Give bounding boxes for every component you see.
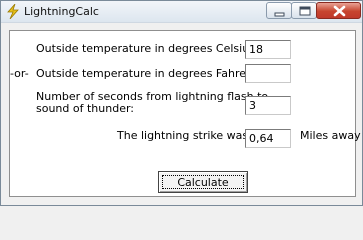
lightning-icon xyxy=(6,3,20,20)
calculate-button-label: Calculate xyxy=(162,175,244,189)
minimize-icon xyxy=(274,12,285,17)
fahrenheit-label: Outside temperature in degrees Fahreheit… xyxy=(36,67,271,80)
calculate-button[interactable]: Calculate xyxy=(158,171,248,193)
fahrenheit-input[interactable] xyxy=(245,64,291,83)
celsius-input[interactable] xyxy=(245,40,291,59)
close-button[interactable] xyxy=(316,2,361,19)
app-window: LightningCalc Outside temperature in deg… xyxy=(0,0,363,206)
maximize-icon xyxy=(299,6,311,16)
close-icon xyxy=(333,5,346,17)
celsius-label: Outside temperature in degrees Celsius: xyxy=(36,42,259,55)
minimize-button[interactable] xyxy=(266,2,292,19)
window-title: LightningCalc xyxy=(24,5,99,18)
seconds-input[interactable] xyxy=(245,96,291,115)
result-output[interactable] xyxy=(245,129,291,148)
seconds-label-line2: sound of thunder: xyxy=(36,102,134,115)
result-label: The lightning strike was: xyxy=(117,129,252,142)
result-unit: Miles away xyxy=(300,129,361,142)
calculator-panel: Outside temperature in degrees Celsius: … xyxy=(9,30,361,197)
title-bar[interactable]: LightningCalc xyxy=(1,1,362,23)
maximize-button[interactable] xyxy=(291,2,317,19)
or-label: -or- xyxy=(10,67,29,80)
